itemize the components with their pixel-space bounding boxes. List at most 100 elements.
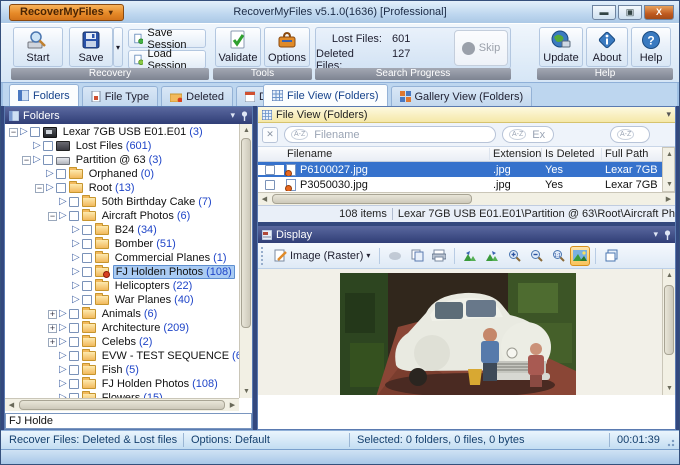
tree-expander-toggle[interactable]: − <box>48 211 57 221</box>
skip-button[interactable]: Skip <box>454 30 508 66</box>
tree-expander-toggle[interactable]: + <box>48 323 57 333</box>
display-mode-dropdown[interactable]: Image (Raster) ▾ <box>270 246 374 266</box>
scroll-down-icon[interactable]: ▼ <box>663 382 675 395</box>
tree-item-label[interactable]: FJ Holden Photos (108) <box>100 378 220 390</box>
fit-to-window-button[interactable] <box>570 245 591 266</box>
scroll-down-icon[interactable]: ▼ <box>663 178 676 191</box>
folder-filter-input[interactable] <box>5 413 252 429</box>
extension-filter-input[interactable] <box>530 127 547 142</box>
duplicate-window-button[interactable] <box>601 246 621 266</box>
preview-vertical-scrollbar[interactable]: ▲ ▼ <box>662 269 675 395</box>
tree-item-label[interactable]: Partition @ 63 (3) <box>74 154 164 166</box>
tree-horizontal-scrollbar[interactable]: ◀ ▶ <box>5 398 239 411</box>
tree-item-label[interactable]: Aircraft Photos (6) <box>100 210 193 222</box>
tree-item[interactable]: ▷ War Planes (40) <box>5 293 239 307</box>
about-button[interactable]: About <box>586 27 628 67</box>
start-button[interactable]: Start <box>13 27 63 67</box>
tree-item-checkbox[interactable] <box>81 253 92 263</box>
tab-folders[interactable]: Folders <box>9 84 79 106</box>
table-vertical-scrollbar[interactable]: ▲ ▼ <box>662 147 675 192</box>
zoom-out-button[interactable] <box>526 246 546 266</box>
tree-item-checkbox[interactable] <box>68 365 79 375</box>
help-button[interactable]: ? Help <box>631 27 671 67</box>
scroll-up-icon[interactable]: ▲ <box>663 148 676 161</box>
column-header-extension[interactable]: Extension <box>490 148 542 160</box>
tree-expander-toggle[interactable]: − <box>22 155 31 165</box>
maximize-button[interactable]: ▣ <box>618 4 642 20</box>
scroll-right-icon[interactable]: ▶ <box>226 399 239 412</box>
tree-item-label[interactable]: B24 (34) <box>113 224 159 236</box>
tree-item-label[interactable]: Root (13) <box>87 182 137 194</box>
scroll-left-icon[interactable]: ◀ <box>258 193 271 206</box>
filename-filter-input[interactable] <box>312 127 489 142</box>
tab-file-view[interactable]: File View (Folders) <box>263 84 388 106</box>
actual-size-button[interactable]: 1:1 <box>548 246 568 266</box>
tree-item-checkbox[interactable] <box>55 183 66 193</box>
tree-item[interactable]: ▷ FJ Holden Photos (108) <box>5 377 239 391</box>
tree-item[interactable]: + ▷ Celebs (2) <box>5 335 239 349</box>
close-button[interactable]: X <box>644 4 674 20</box>
tree-item[interactable]: − ▷ Partition @ 63 (3) <box>5 153 239 167</box>
tab-deleted[interactable]: Deleted <box>161 86 234 106</box>
tree-item-checkbox[interactable] <box>55 169 66 179</box>
tree-item[interactable]: + ▷ Animals (6) <box>5 307 239 321</box>
load-session-button[interactable]: Load Session <box>128 48 206 72</box>
tree-item-label[interactable]: FJ Holden Photos (108) <box>112 265 235 279</box>
tree-item[interactable]: ▷ EVW - TEST SEQUENCE(60 <box>5 349 239 363</box>
tree-item-checkbox[interactable] <box>29 127 40 137</box>
tree-item-label[interactable]: Commercial Planes (1) <box>113 252 229 264</box>
tree-item-checkbox[interactable] <box>81 267 92 277</box>
column-header-is-deleted[interactable]: Is Deleted <box>542 148 602 160</box>
file-row-checkbox[interactable] <box>264 179 275 190</box>
panel-menu-chevron-icon[interactable]: ▾ <box>230 110 235 121</box>
save-picture-button[interactable] <box>385 246 405 266</box>
tree-item-checkbox[interactable] <box>68 337 79 347</box>
tree-item-label[interactable]: Animals (6) <box>100 308 160 320</box>
tree-item[interactable]: − ▷ Aircraft Photos (6) <box>5 209 239 223</box>
clear-filter-button[interactable]: ✕ <box>262 126 278 143</box>
file-table-row[interactable]: P6100027.jpg .jpg Yes Lexar 7GB <box>258 162 675 177</box>
rotate-right-button[interactable] <box>482 246 502 266</box>
pin-icon[interactable] <box>241 110 248 121</box>
scroll-up-icon[interactable]: ▲ <box>663 269 675 282</box>
tree-item-checkbox[interactable] <box>81 295 92 305</box>
options-button[interactable]: Options <box>264 27 310 67</box>
tab-file-type[interactable]: File Type <box>81 86 159 106</box>
tree-item-label[interactable]: Fish (5) <box>100 364 141 376</box>
tree-item-checkbox[interactable] <box>68 197 79 207</box>
tree-item-label[interactable]: Orphaned (0) <box>87 168 156 180</box>
tree-item[interactable]: ▷ Fish (5) <box>5 363 239 377</box>
tree-item-checkbox[interactable] <box>68 309 79 319</box>
filename-filter-field[interactable]: A-Z <box>284 126 496 143</box>
column-header-filename[interactable]: Filename <box>284 148 490 160</box>
tree-item-checkbox[interactable] <box>81 239 92 249</box>
tree-item-checkbox[interactable] <box>81 281 92 291</box>
tree-item-label[interactable]: Lost Files (601) <box>74 140 154 152</box>
tree-item[interactable]: ▷ Lost Files (601) <box>5 139 239 153</box>
panel-menu-chevron-icon[interactable]: ▾ <box>653 229 658 240</box>
toolbar-grip[interactable] <box>261 246 266 265</box>
tree-item-label[interactable]: Lexar 7GB USB E01.E01 (3) <box>61 126 205 138</box>
zoom-in-button[interactable] <box>504 246 524 266</box>
table-horizontal-scrollbar[interactable]: ◀ ▶ <box>258 192 675 205</box>
tree-item[interactable]: ▷ Bomber (51) <box>5 237 239 251</box>
minimize-button[interactable]: ▬ <box>592 4 616 20</box>
scroll-right-icon[interactable]: ▶ <box>662 193 675 206</box>
tree-item[interactable]: ▷ B24 (34) <box>5 223 239 237</box>
copy-button[interactable] <box>407 246 427 266</box>
panel-menu-chevron-icon[interactable]: ▾ <box>666 109 671 120</box>
tree-item[interactable]: ▷ 50th Birthday Cake (7) <box>5 195 239 209</box>
fullpath-filter-field[interactable]: A-Z <box>610 126 650 143</box>
tree-expander-toggle[interactable]: + <box>48 309 57 319</box>
tree-item-checkbox[interactable] <box>68 211 79 221</box>
tree-item[interactable]: ▷ FJ Holden Photos (108) <box>5 265 239 279</box>
scroll-up-icon[interactable]: ▲ <box>240 124 253 137</box>
tab-gallery-view[interactable]: Gallery View (Folders) <box>390 86 533 106</box>
tree-item-label[interactable]: Celebs (2) <box>100 336 155 348</box>
file-row-checkbox[interactable] <box>264 164 275 175</box>
tree-item-checkbox[interactable] <box>42 155 53 165</box>
tree-item[interactable]: ▷ Flowers (15) <box>5 391 239 398</box>
tree-expander-toggle[interactable]: + <box>48 337 57 347</box>
extension-filter-field[interactable]: A-Z <box>502 126 554 143</box>
save-button[interactable]: Save <box>69 27 113 67</box>
